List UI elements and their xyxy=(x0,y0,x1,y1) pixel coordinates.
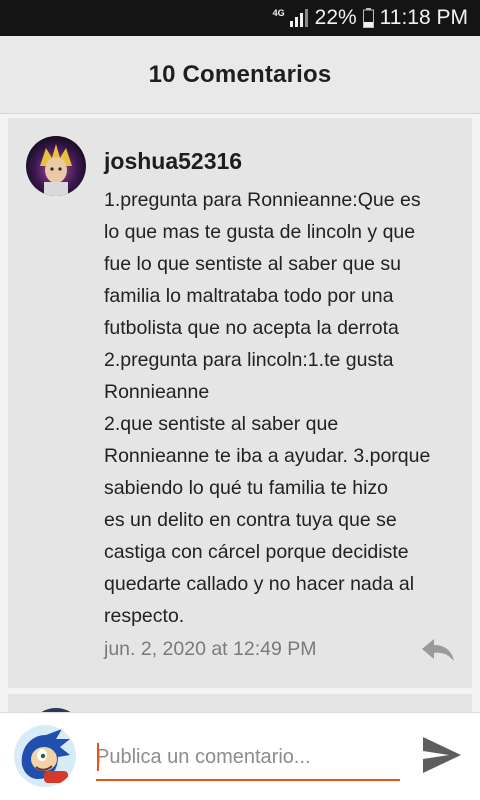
reply-icon[interactable] xyxy=(420,637,456,663)
next-comment-card xyxy=(8,694,472,712)
user-avatar[interactable] xyxy=(14,725,76,787)
comments-header: 10 Comentarios xyxy=(0,36,480,114)
comment-timestamp: jun. 2, 2020 at 12:49 PM xyxy=(104,638,317,660)
comment-text: 1.pregunta para Ronnieanne:Que es lo que… xyxy=(104,189,431,627)
comment-input[interactable] xyxy=(96,735,400,781)
network-type: 4G xyxy=(272,8,285,18)
page-title: 10 Comentarios xyxy=(148,60,332,88)
comment-composer xyxy=(0,712,480,800)
status-icons: 4G 22% 11:18 PM xyxy=(273,0,468,36)
comment-username[interactable]: joshua52316 xyxy=(104,148,242,175)
comment-card: joshua52316 1.pregunta para Ronnieanne:Q… xyxy=(8,118,472,688)
battery-percent: 22% xyxy=(314,6,357,29)
text-caret xyxy=(97,743,99,771)
status-bar: 4G 22% 11:18 PM xyxy=(0,0,480,36)
send-icon xyxy=(421,735,463,780)
signal-icon xyxy=(289,9,309,27)
avatar[interactable] xyxy=(26,136,86,196)
send-button[interactable] xyxy=(418,733,466,781)
clock: 11:18 PM xyxy=(379,6,468,29)
comments-list[interactable]: joshua52316 1.pregunta para Ronnieanne:Q… xyxy=(0,114,480,712)
battery-icon xyxy=(362,8,374,28)
